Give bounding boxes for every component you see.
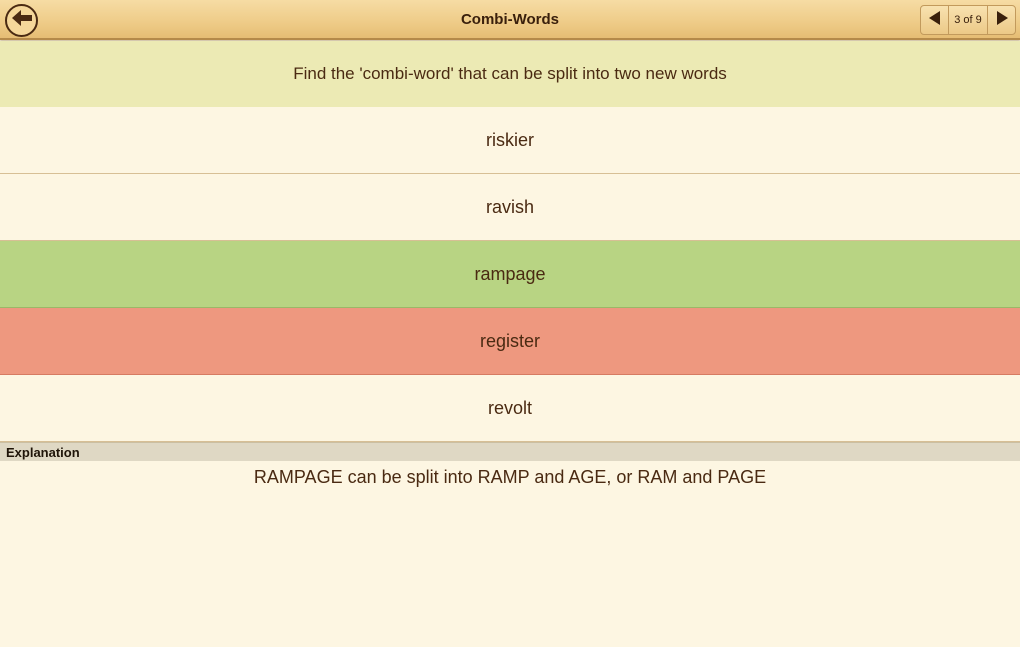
answer-options: riskier ravish rampage register revolt: [0, 107, 1020, 442]
answer-option-rampage[interactable]: rampage: [0, 241, 1020, 308]
header-bar: Combi-Words 3 of 9: [0, 0, 1020, 40]
answer-option-register[interactable]: register: [0, 308, 1020, 375]
question-prompt: Find the 'combi-word' that can be split …: [0, 41, 1020, 107]
explanation-text: RAMPAGE can be split into RAMP and AGE, …: [253, 467, 767, 487]
answer-option-ravish[interactable]: ravish: [0, 174, 1020, 241]
triangle-right-icon: [996, 10, 1008, 30]
page-title: Combi-Words: [460, 11, 560, 28]
triangle-left-icon: [928, 10, 941, 30]
question-counter: 3 of 9: [954, 14, 982, 26]
answer-option-revolt[interactable]: revolt: [0, 375, 1020, 442]
previous-button[interactable]: [921, 6, 949, 34]
explanation-heading: Explanation: [0, 442, 1020, 461]
next-button[interactable]: [987, 6, 1015, 34]
answer-option-riskier[interactable]: riskier: [0, 107, 1020, 174]
question-pager: 3 of 9: [920, 5, 1016, 35]
